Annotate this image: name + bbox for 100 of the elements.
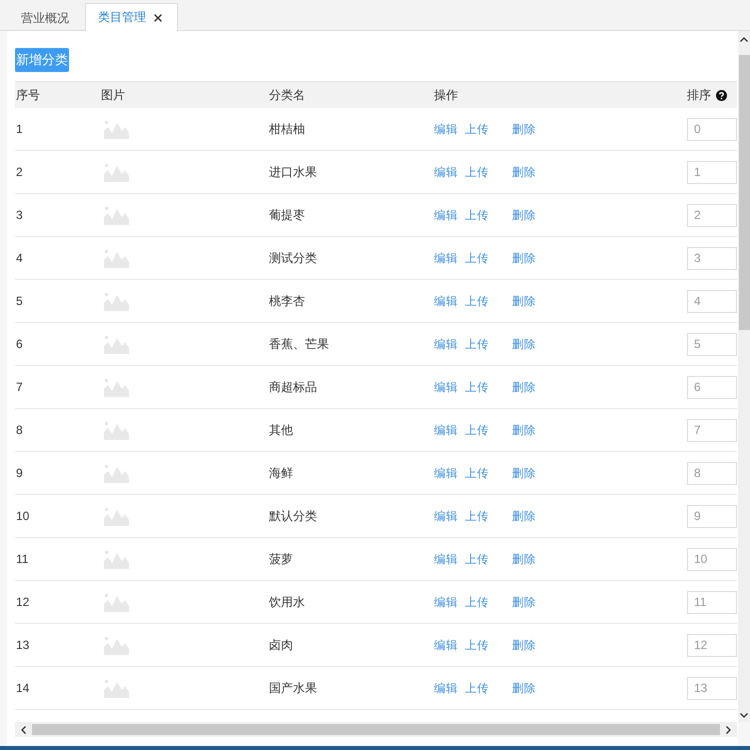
sort-input[interactable]: 1 — [687, 160, 737, 184]
action-link[interactable]: 删除 — [512, 208, 536, 222]
action-link[interactable]: 编辑 — [434, 250, 458, 266]
action-link[interactable]: 编辑 — [434, 336, 458, 352]
row-number: 6 — [16, 337, 23, 351]
scrollbar-thumb[interactable] — [738, 55, 750, 330]
action-link[interactable]: 编辑 — [434, 466, 458, 480]
action-link[interactable]: 删除 — [512, 508, 536, 524]
image-placeholder-icon — [104, 592, 129, 612]
action-link[interactable]: 编辑 — [434, 680, 458, 696]
category-name: 柑桔柚 — [269, 120, 305, 138]
action-link[interactable]: 上传 — [465, 336, 489, 352]
action-link[interactable]: 上传 — [465, 294, 489, 308]
row-number: 14 — [16, 681, 30, 695]
action-link[interactable]: 删除 — [512, 422, 536, 438]
sort-input[interactable]: 2 — [687, 204, 737, 226]
image-placeholder-icon — [104, 162, 129, 182]
scrollbar-thumb[interactable] — [32, 724, 720, 735]
category-name: 菠萝 — [269, 550, 293, 568]
action-link[interactable]: 编辑 — [434, 552, 458, 566]
image-placeholder-icon — [104, 420, 129, 440]
row-number: 3 — [16, 208, 23, 222]
action-link[interactable]: 上传 — [465, 638, 489, 652]
action-link[interactable]: 编辑 — [434, 594, 458, 610]
action-link[interactable]: 编辑 — [434, 638, 458, 652]
action-link[interactable]: 删除 — [512, 380, 536, 394]
row-number: 10 — [16, 509, 30, 523]
action-link[interactable]: 上传 — [465, 508, 489, 524]
sort-input[interactable]: 13 — [687, 676, 737, 700]
category-name: 其他 — [269, 422, 293, 438]
action-link[interactable]: 编辑 — [434, 208, 458, 222]
action-link[interactable]: 上传 — [465, 466, 489, 480]
action-link[interactable]: 编辑 — [434, 380, 458, 394]
action-link[interactable]: 删除 — [512, 294, 536, 308]
sort-input[interactable]: 0 — [687, 118, 737, 140]
add-category-button[interactable]: 新增分类 — [15, 48, 69, 72]
sort-input[interactable]: 7 — [687, 418, 737, 442]
column-header: 排序 — [687, 86, 711, 104]
row-number: 8 — [16, 423, 23, 437]
action-link[interactable]: 删除 — [512, 250, 536, 266]
column-header: 序号 — [16, 86, 40, 104]
sort-input[interactable]: 10 — [687, 548, 737, 570]
chevron-down-icon[interactable] — [740, 713, 748, 718]
sort-input[interactable]: 6 — [687, 376, 737, 398]
sort-input[interactable]: 11 — [687, 590, 737, 614]
image-placeholder-icon — [104, 334, 129, 354]
category-name: 饮用水 — [269, 594, 305, 610]
image-placeholder-icon — [104, 206, 129, 224]
action-link[interactable]: 上传 — [465, 208, 489, 222]
sort-input[interactable]: 12 — [687, 634, 737, 656]
column-header: 分类名 — [269, 86, 305, 104]
action-link[interactable]: 编辑 — [434, 122, 458, 136]
action-link[interactable]: 上传 — [465, 422, 489, 438]
column-header: 图片 — [101, 86, 125, 104]
column-header: 操作 — [434, 86, 458, 104]
action-link[interactable]: 删除 — [512, 594, 536, 610]
action-link[interactable]: 删除 — [512, 638, 536, 652]
action-link[interactable]: 编辑 — [434, 294, 458, 308]
chevron-right-icon[interactable] — [726, 726, 731, 734]
category-name: 进口水果 — [269, 164, 317, 180]
tab[interactable]: 类目管理 — [85, 3, 178, 31]
close-icon[interactable] — [154, 14, 162, 22]
category-name: 香蕉、芒果 — [269, 336, 329, 352]
row-number: 1 — [16, 122, 23, 136]
action-link[interactable]: 上传 — [465, 594, 489, 610]
sort-input[interactable]: 9 — [687, 504, 737, 528]
action-link[interactable]: 删除 — [512, 466, 536, 480]
action-link[interactable]: 删除 — [512, 122, 536, 136]
action-link[interactable]: 编辑 — [434, 422, 458, 438]
action-link[interactable]: 上传 — [465, 250, 489, 266]
action-link[interactable]: 删除 — [512, 680, 536, 696]
help-icon[interactable] — [716, 90, 727, 100]
row-number: 2 — [16, 165, 23, 179]
sort-input[interactable]: 3 — [687, 246, 737, 270]
category-name: 海鲜 — [269, 464, 293, 482]
sort-input[interactable]: 8 — [687, 462, 737, 484]
category-name: 商超标品 — [269, 378, 317, 396]
row-number: 4 — [16, 251, 23, 265]
sort-input[interactable]: 5 — [687, 332, 737, 356]
action-link[interactable]: 删除 — [512, 552, 536, 566]
sort-input[interactable]: 4 — [687, 290, 737, 312]
action-link[interactable]: 上传 — [465, 380, 489, 394]
chevron-up-icon[interactable] — [740, 37, 748, 42]
action-link[interactable]: 删除 — [512, 164, 536, 180]
image-placeholder-icon — [104, 292, 129, 310]
image-placeholder-icon — [104, 120, 129, 138]
tab[interactable]: 营业概况 — [8, 4, 82, 31]
image-placeholder-icon — [104, 464, 129, 482]
category-name: 默认分类 — [269, 508, 317, 524]
action-link[interactable]: 编辑 — [434, 164, 458, 180]
action-link[interactable]: 上传 — [465, 680, 489, 696]
chevron-left-icon[interactable] — [21, 726, 26, 734]
image-placeholder-icon — [104, 636, 129, 654]
action-link[interactable]: 上传 — [465, 552, 489, 566]
action-link[interactable]: 上传 — [465, 164, 489, 180]
row-number: 13 — [16, 638, 30, 652]
image-placeholder-icon — [104, 550, 129, 568]
action-link[interactable]: 上传 — [465, 122, 489, 136]
action-link[interactable]: 编辑 — [434, 508, 458, 524]
action-link[interactable]: 删除 — [512, 336, 536, 352]
